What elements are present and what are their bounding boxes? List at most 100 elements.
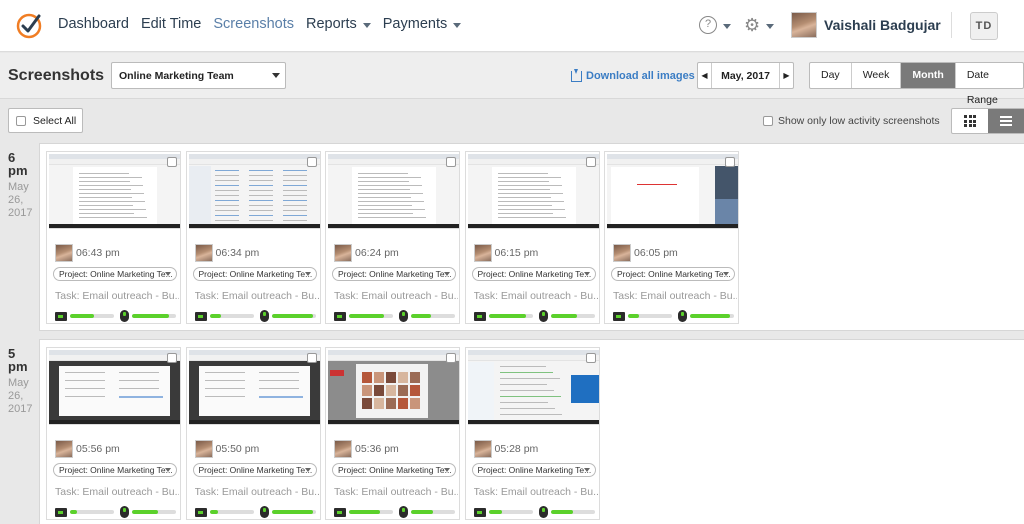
- mouse-icon: [399, 310, 408, 322]
- thumb-text-line: [358, 197, 411, 198]
- low-activity-checkbox[interactable]: [763, 116, 773, 126]
- user-menu[interactable]: Vaishali Badgujar: [791, 12, 941, 38]
- keyboard-activity-bar: [70, 510, 114, 514]
- project-label: Project: Online Marketing Te...: [477, 269, 592, 279]
- low-activity-filter[interactable]: Show only low activity screenshots: [763, 115, 940, 127]
- mouse-activity-fill: [132, 510, 159, 514]
- grid-view-button[interactable]: [952, 109, 988, 133]
- screenshot-select-checkbox[interactable]: [585, 353, 596, 363]
- keyboard-activity-fill: [628, 314, 639, 318]
- range-date-range-button[interactable]: Date Range: [956, 63, 1023, 106]
- screenshot-select-checkbox[interactable]: [725, 157, 735, 167]
- list-view-button[interactable]: [988, 109, 1024, 133]
- screenshot-thumbnail[interactable]: [188, 350, 320, 425]
- nav-item-screenshots[interactable]: Screenshots: [213, 16, 294, 32]
- screenshot-thumbnail[interactable]: [607, 154, 738, 229]
- screenshot-card[interactable]: 06:43 pm Project: Online Marketing Te... T…: [46, 151, 181, 324]
- download-label: Download all images: [586, 70, 695, 82]
- nav-item-edit-time[interactable]: Edit Time: [141, 16, 201, 32]
- screenshot-select-checkbox[interactable]: [585, 157, 596, 167]
- activity-meter: [473, 310, 595, 322]
- keyboard-activity-bar: [349, 314, 393, 318]
- screenshot-card[interactable]: 05:36 pm Project: Online Marketing Te... T…: [325, 347, 460, 520]
- screenshot-select-checkbox[interactable]: [306, 157, 317, 167]
- thumb-ribbon: [607, 159, 738, 165]
- nav-item-reports[interactable]: Reports: [306, 16, 371, 32]
- screenshot-select-checkbox[interactable]: [167, 157, 177, 167]
- download-all-link[interactable]: Download all images: [571, 68, 695, 82]
- avatar: [194, 244, 213, 262]
- next-month-button[interactable]: ▶: [779, 63, 793, 88]
- keyboard-activity-bar: [488, 510, 533, 514]
- screenshot-card[interactable]: 05:56 pm Project: Online Marketing Te... T…: [46, 347, 181, 520]
- project-select[interactable]: Project: Online Marketing Te...: [332, 267, 456, 281]
- nav-item-payments[interactable]: Payments: [383, 16, 462, 32]
- screenshot-thumbnail[interactable]: [49, 154, 180, 229]
- screenshot-time: 06:15 pm: [494, 247, 539, 259]
- project-select[interactable]: Project: Online Marketing Te...: [611, 267, 735, 281]
- thumb-text-line: [79, 177, 142, 178]
- nav-item-label: Screenshots: [213, 16, 294, 32]
- screenshot-thumbnail[interactable]: [328, 350, 459, 425]
- project-select[interactable]: Project: Online Marketing Te...: [53, 267, 177, 281]
- project-select[interactable]: Project: Online Marketing Te...: [332, 463, 456, 477]
- thumb-blue-panel: [570, 375, 599, 403]
- screenshot-thumbnail[interactable]: [188, 154, 320, 229]
- screenshot-select-checkbox[interactable]: [167, 353, 177, 363]
- screenshot-card[interactable]: 06:24 pm Project: Online Marketing Te... T…: [325, 151, 460, 324]
- thumb-ribbon: [188, 159, 320, 165]
- mouse-icon: [538, 310, 548, 322]
- screenshot-thumbnail[interactable]: [328, 154, 459, 229]
- avatar: [473, 244, 492, 262]
- mouse-activity-fill: [271, 510, 314, 514]
- thumb-photo: [398, 372, 408, 383]
- divider: [951, 12, 952, 38]
- screenshot-thumbnail[interactable]: [467, 154, 599, 229]
- screenshot-card[interactable]: 06:34 pm Project: Online Marketing Te... T…: [185, 151, 321, 324]
- project-select[interactable]: Project: Online Marketing Te...: [471, 463, 596, 477]
- thumb-text-line: [497, 201, 564, 202]
- screenshot-card[interactable]: 05:50 pm Project: Online Marketing Te... T…: [185, 347, 321, 520]
- help-menu[interactable]: ?: [699, 16, 731, 34]
- screenshot-card[interactable]: 05:28 pm Project: Online Marketing Te... T…: [464, 347, 600, 520]
- screenshot-card[interactable]: 06:05 pm Project: Online Marketing Te... T…: [604, 151, 739, 324]
- select-all-label: Select All: [33, 114, 77, 127]
- project-select[interactable]: Project: Online Marketing Te...: [192, 463, 317, 477]
- team-select[interactable]: Online Marketing Team: [111, 62, 286, 89]
- project-select[interactable]: Project: Online Marketing Te...: [53, 463, 177, 477]
- range-week-button[interactable]: Week: [852, 63, 902, 88]
- nav-item-dashboard[interactable]: Dashboard: [58, 16, 129, 32]
- mouse-activity-bar: [690, 314, 734, 318]
- screenshot-thumbnail[interactable]: [49, 350, 180, 425]
- keyboard-icon: [473, 507, 486, 517]
- range-month-button[interactable]: Month: [901, 63, 956, 88]
- thumb-text-line: [358, 217, 426, 218]
- screenshot-select-checkbox[interactable]: [446, 353, 456, 363]
- thumb-page: [59, 366, 170, 416]
- settings-menu[interactable]: ⚙: [744, 15, 775, 36]
- top-navbar: Dashboard Edit Time Screenshots Reports Paym…: [0, 0, 1024, 52]
- thumb-red-bar: [330, 370, 344, 376]
- screenshot-select-checkbox[interactable]: [306, 353, 317, 363]
- screenshot-time: 05:50 pm: [215, 443, 260, 455]
- thumb-text-line: [258, 388, 299, 389]
- project-select[interactable]: Project: Online Marketing Te...: [192, 267, 317, 281]
- thumb-sidebar: [467, 362, 494, 420]
- range-day-button[interactable]: Day: [810, 63, 852, 88]
- project-label: Project: Online Marketing Te...: [477, 465, 592, 475]
- org-badge[interactable]: TD: [970, 12, 998, 40]
- screenshot-select-checkbox[interactable]: [446, 157, 456, 167]
- select-all-button[interactable]: Select All: [8, 108, 83, 133]
- project-select[interactable]: Project: Online Marketing Te...: [471, 267, 596, 281]
- screenshot-card[interactable]: 06:15 pm Project: Online Marketing Te... T…: [464, 151, 600, 324]
- prev-month-button[interactable]: ◀: [698, 63, 712, 88]
- select-all-checkbox[interactable]: [16, 115, 26, 126]
- thumb-text-line: [282, 215, 307, 216]
- screenshot-thumbnail[interactable]: [467, 350, 599, 425]
- mouse-activity-bar: [411, 510, 455, 514]
- mouse-activity-fill: [690, 314, 730, 318]
- thumb-text-line: [214, 170, 239, 171]
- view-toggle: [951, 108, 1024, 134]
- logo-icon[interactable]: [14, 10, 44, 40]
- thumb-text-line: [358, 205, 412, 206]
